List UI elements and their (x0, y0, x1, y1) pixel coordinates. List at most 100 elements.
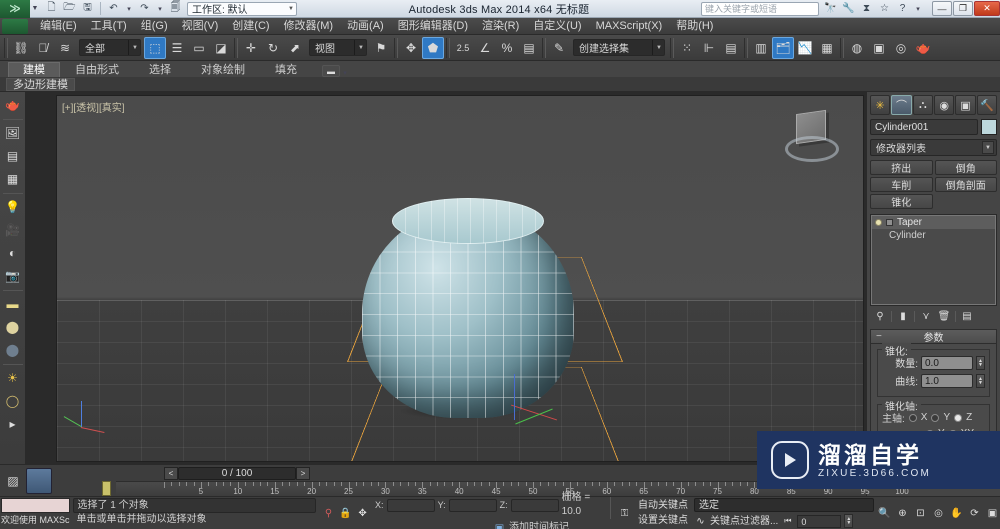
unlink-selection-icon[interactable]: ⛓̸ (32, 37, 54, 59)
key-spinner-arrows[interactable]: ▲ ▼ (844, 514, 854, 528)
zoom-all-icon[interactable]: ⊕ (895, 506, 910, 520)
chevron-down-icon[interactable]: ▼ (128, 40, 138, 55)
maxscript-listener[interactable]: 欢迎使用 MAXSc (0, 497, 71, 529)
snaps-toggle-icon[interactable]: ⬟ (422, 36, 444, 59)
prev-frame-button[interactable]: < (164, 467, 178, 480)
coord-y-field[interactable] (448, 498, 497, 512)
select-by-name-icon[interactable]: ☰ (166, 37, 188, 59)
select-object-icon[interactable]: ⬚ (144, 36, 166, 59)
minimize-button[interactable]: — (932, 1, 952, 16)
key-toggle-icon[interactable]: ⚿ (618, 507, 631, 520)
time-tag-icon[interactable]: ▣ (493, 522, 506, 529)
align-icon[interactable]: ⊩ (698, 37, 720, 59)
coord-z-field[interactable] (510, 498, 559, 512)
modify-tab[interactable]: ⌒ (891, 95, 912, 115)
material-slot-icon[interactable]: ▬ (2, 293, 24, 315)
time-slider-handle[interactable] (102, 481, 111, 496)
select-and-move-icon[interactable]: ✛ (240, 37, 262, 59)
display-tab[interactable]: ▣ (955, 95, 976, 115)
modifier-expand-icon[interactable] (886, 219, 893, 226)
schematic-view-icon[interactable]: ▦ (816, 37, 838, 59)
redo-icon[interactable]: ↷ (137, 1, 152, 16)
application-menu-button[interactable]: ≫ (0, 0, 30, 18)
configure-modifier-sets-icon[interactable]: ▤ (960, 310, 974, 324)
primary-axis-y-radio[interactable] (931, 413, 940, 422)
ribbon-tab-selection[interactable]: 选择 (134, 62, 186, 77)
selection-set-field[interactable]: 选定 (694, 498, 874, 512)
reference-coordinate-system-combo[interactable]: 视图 ▼ (309, 39, 367, 56)
sun-icon[interactable]: ☀ (2, 367, 24, 389)
render-setup-icon[interactable]: ▣ (868, 37, 890, 59)
percent-snap-toggle-icon[interactable]: % (496, 37, 518, 59)
save-icon[interactable]: 🖫 (80, 1, 95, 16)
selection-filter-combo[interactable]: 全部 ▼ (79, 39, 141, 56)
ribbon-tab-modeling[interactable]: 建模 (8, 62, 60, 77)
pin-stack-status-icon[interactable]: ⚲ (322, 507, 335, 520)
object-color-swatch[interactable] (981, 119, 997, 135)
ribbon-options-caret-icon[interactable]: ▾ (340, 69, 350, 77)
search-input[interactable]: 键入关键字或短语 (701, 1, 819, 16)
redo-dropdown-icon[interactable]: ▾ (155, 5, 165, 13)
hourglass-icon[interactable]: ⧗ (859, 1, 874, 16)
grid-panel-icon[interactable]: ▦ (2, 168, 24, 190)
modifier-button-lathe[interactable]: 车削 (870, 177, 933, 192)
snap-grid-icon[interactable]: ▨ (3, 471, 23, 491)
lock-selection-icon[interactable]: 🔒 (339, 507, 352, 520)
taper-curve-spinner[interactable]: ▲ ▼ (976, 373, 985, 388)
set-key-curve-icon[interactable]: ∿ (694, 515, 707, 528)
binoculars-icon[interactable]: 🔭 (823, 1, 838, 16)
menu-item-group[interactable]: 组(G) (134, 19, 175, 34)
manage-links-icon[interactable]: 🗂 (772, 36, 794, 59)
auto-key-button[interactable]: 自动关键点 (638, 499, 688, 512)
omni-light-icon[interactable]: 💡 (2, 196, 24, 218)
mirror-icon[interactable]: ⁙ (676, 37, 698, 59)
maxscript-input-line[interactable] (1, 498, 70, 513)
new-icon[interactable]: 🗋 (44, 1, 59, 16)
render-production-icon[interactable]: 🫖 (912, 37, 934, 59)
maximize-viewport-icon[interactable]: ▣ (985, 506, 1000, 520)
toggle-scene-explorer-icon[interactable]: ▥ (750, 37, 772, 59)
maximize-button[interactable]: ❐ (953, 1, 973, 16)
modifier-enable-bulb-icon[interactable] (875, 219, 882, 226)
show-end-result-icon[interactable]: ▮ (896, 310, 910, 324)
menu-item-graph-editors[interactable]: 图形编辑器(D) (391, 19, 475, 34)
pan-view-icon[interactable]: ✋ (949, 506, 964, 520)
primary-axis-x-radio[interactable] (908, 413, 917, 422)
menu-item-tools[interactable]: 工具(T) (84, 19, 134, 34)
named-selection-set-combo[interactable]: 创建选择集 ▼ (573, 39, 665, 56)
modifier-stack-item-taper[interactable]: Taper (872, 216, 995, 229)
next-frame-button[interactable]: > (296, 467, 310, 480)
teapot-tool-icon[interactable]: 🫖 (2, 94, 24, 116)
remove-modifier-icon[interactable]: 🗑 (937, 310, 951, 324)
window-crossing-icon[interactable]: ◪ (210, 37, 232, 59)
scene-panel-icon[interactable]: ▤ (2, 145, 24, 167)
primary-axis-z-radio[interactable] (954, 413, 963, 422)
undo-icon[interactable]: ↶ (106, 1, 121, 16)
angle-snap-toggle-icon[interactable]: ∠ (474, 37, 496, 59)
zoom-icon[interactable]: 🔍 (877, 506, 892, 520)
material-editor-icon[interactable]: ◍ (846, 37, 868, 59)
open-icon[interactable]: 🗁 (62, 1, 77, 16)
menu-item-maxscript[interactable]: MAXScript(X) (589, 19, 670, 34)
dark-material-icon[interactable]: ⬤ (2, 339, 24, 361)
toolbar-grip[interactable] (4, 37, 8, 58)
set-project-folder-icon[interactable]: 🗐 (168, 1, 183, 16)
shadow-icon[interactable]: ◐ (2, 242, 24, 264)
modifier-button-bevel-profile[interactable]: 倒角剖面 (934, 177, 997, 192)
rollout-collapse-icon[interactable]: − (876, 331, 882, 342)
undo-dropdown-icon[interactable]: ▾ (124, 5, 134, 13)
menu-item-edit[interactable]: 编辑(E) (33, 19, 84, 34)
application-menu-caret-icon[interactable]: ▼ (30, 5, 40, 12)
ribbon-tab-populate[interactable]: 填充 (260, 62, 312, 77)
ribbon-tab-object-paint[interactable]: 对象绘制 (186, 62, 260, 77)
hierarchy-tab[interactable]: ⛬ (912, 95, 933, 115)
set-key-button[interactable]: 设置关键点 (638, 514, 688, 527)
timeline-mode-button[interactable] (26, 468, 52, 494)
menu-item-customize[interactable]: 自定义(U) (526, 19, 588, 34)
rectangular-selection-region-icon[interactable]: ▭ (188, 37, 210, 59)
viewport-label[interactable]: [+][透视][真实] (62, 99, 125, 114)
menu-item-animation[interactable]: 动画(A) (340, 19, 391, 34)
ribbon-minimize-icon[interactable]: ▬ (322, 65, 340, 77)
zoom-extents-icon[interactable]: ⊡ (913, 506, 928, 520)
absolute-mode-transform-icon[interactable]: ✥ (356, 507, 369, 520)
